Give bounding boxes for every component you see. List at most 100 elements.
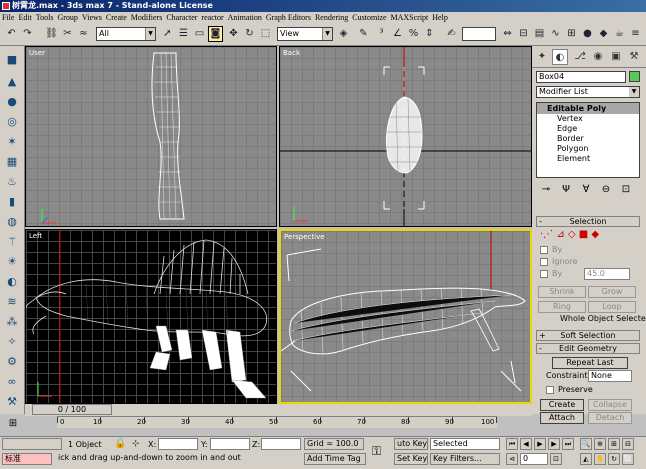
key-selection-dropdown[interactable]: Selected	[430, 438, 500, 450]
display-tab-icon[interactable]: ▣	[608, 49, 624, 65]
mirror-icon[interactable]: ⇔	[500, 26, 515, 42]
add-time-tag-button[interactable]: Add Time Tag	[304, 453, 366, 465]
by-vertex-checkbox[interactable]	[540, 246, 548, 254]
modify-tab-icon[interactable]: ◐	[552, 49, 568, 65]
preserve-uvs-checkbox[interactable]	[546, 386, 554, 394]
repeat-last-button[interactable]: Repeat Last	[552, 357, 628, 369]
viewport-left[interactable]: Left	[25, 229, 277, 404]
viewport-back[interactable]: Back	[279, 46, 532, 227]
previous-frame-icon[interactable]: ◀	[520, 438, 532, 450]
nurbs-icon[interactable]: ∞	[3, 374, 21, 390]
time-slider[interactable]: 0 / 100	[32, 404, 112, 415]
hierarchy-tab-icon[interactable]: ⎇	[572, 49, 588, 65]
time-config-icon[interactable]: ⊡	[550, 453, 562, 465]
layer-manager-icon[interactable]: ▤	[532, 26, 547, 42]
select-object-icon[interactable]: ➚	[160, 26, 175, 42]
schematic-view-icon[interactable]: ⊞	[564, 26, 579, 42]
key-filters-button[interactable]: Key Filters...	[430, 453, 500, 465]
subobject-level-icons[interactable]: ·⋰ ⊿ ◇ ■ ◆	[540, 230, 599, 240]
plane-icon[interactable]: ▦	[3, 154, 21, 170]
show-end-result-icon[interactable]: Ψ	[556, 184, 576, 195]
shape-icon[interactable]: ✧	[3, 334, 21, 350]
select-scale-icon[interactable]: ⬚	[258, 26, 273, 42]
menu-tools[interactable]: Tools	[34, 12, 56, 23]
menu-edit[interactable]: Edit	[16, 12, 33, 23]
object-name-field[interactable]: Box04	[536, 71, 626, 83]
stack-item-vertex[interactable]: Vertex	[537, 114, 639, 124]
ring-button[interactable]: Ring	[538, 301, 586, 313]
y-coordinate-field[interactable]	[210, 438, 250, 450]
teapot-icon[interactable]: ♨	[3, 174, 21, 190]
reference-coordinate-dropdown[interactable]: View ▼	[277, 27, 333, 41]
next-frame-icon[interactable]: ▶	[548, 438, 560, 450]
by-angle-checkbox[interactable]	[540, 270, 548, 278]
play-icon[interactable]: ▶	[534, 438, 546, 450]
motion-tab-icon[interactable]: ◉	[590, 49, 606, 65]
select-rotate-icon[interactable]: ↻	[242, 26, 257, 42]
material-editor-icon[interactable]: ●	[580, 26, 595, 42]
grow-button[interactable]: Grow	[588, 286, 636, 298]
shrink-button[interactable]: Shrink	[538, 286, 586, 298]
cylinder-icon[interactable]: ▮	[3, 194, 21, 210]
utilities-tab-icon[interactable]: ⚒	[626, 49, 642, 65]
edit-geometry-rollout-header[interactable]: - Edit Geometry	[536, 343, 640, 354]
mini-curve-editor-icon[interactable]: ⊞	[4, 418, 22, 432]
menu-animation[interactable]: Animation	[226, 12, 264, 23]
menu-rendering[interactable]: Rendering	[313, 12, 350, 23]
window-crossing-icon[interactable]: ◙	[208, 26, 223, 42]
zoom-extents-icon[interactable]: ⊞	[608, 438, 620, 450]
unlink-icon[interactable]: ✂	[60, 26, 75, 42]
percent-snap-icon[interactable]: %	[406, 26, 421, 42]
stack-item-editable-poly[interactable]: Editable Poly	[537, 103, 639, 114]
ignore-backfacing-checkbox[interactable]	[540, 258, 548, 266]
x-coordinate-field[interactable]	[158, 438, 198, 450]
angle-value-field[interactable]: 45.0	[584, 268, 630, 280]
object-color-swatch[interactable]	[629, 71, 640, 82]
constraints-dropdown[interactable]: None	[588, 370, 632, 382]
menu-group[interactable]: Group	[55, 12, 79, 23]
tube-icon[interactable]: ◍	[3, 214, 21, 230]
make-unique-icon[interactable]: ∀	[576, 184, 596, 195]
menu-reactor[interactable]: reactor	[199, 12, 225, 23]
menu-file[interactable]: File	[0, 12, 16, 23]
go-to-start-icon[interactable]: ⏮	[506, 438, 518, 450]
key-mode-icon[interactable]: ⊲	[506, 453, 518, 465]
z-coordinate-field[interactable]	[261, 438, 301, 450]
current-frame-field[interactable]: 0	[520, 453, 548, 465]
arc-rotate-icon[interactable]: ↻	[608, 453, 620, 465]
selection-filter-dropdown[interactable]: All ▼	[96, 27, 156, 41]
select-link-icon[interactable]: ⛓	[44, 26, 59, 42]
detach-button[interactable]: Detach	[588, 412, 632, 424]
torus-primitive-icon[interactable]: ◎	[3, 114, 21, 130]
redo-icon[interactable]: ↷	[20, 26, 35, 42]
viewport-user[interactable]: User	[25, 46, 277, 227]
helper-icon[interactable]: ✶	[3, 134, 21, 150]
attach-button[interactable]: Attach	[540, 412, 584, 424]
angle-snap-icon[interactable]: ∠	[390, 26, 405, 42]
undo-icon[interactable]: ↶	[4, 26, 19, 42]
menu-customize[interactable]: Customize	[350, 12, 388, 23]
loop-button[interactable]: Loop	[588, 301, 636, 313]
track-bar[interactable]: 0 10 20 30 40 50 60 70 80 90 100	[57, 416, 497, 428]
menu-views[interactable]: Views	[80, 12, 104, 23]
stack-item-border[interactable]: Border	[537, 134, 639, 144]
create-tab-icon[interactable]: ✦	[534, 49, 550, 65]
pin-stack-icon[interactable]: ⊸	[536, 184, 556, 195]
menu-create[interactable]: Create	[104, 12, 129, 23]
render-scene-icon[interactable]: ◆	[596, 26, 611, 42]
bind-space-warp-icon[interactable]: ≈	[76, 26, 91, 42]
cone-primitive-icon[interactable]: ▲	[3, 74, 21, 90]
create-button[interactable]: Create	[540, 399, 584, 411]
zoom-icon[interactable]: 🔍	[580, 438, 592, 450]
modifier-list-dropdown[interactable]: Modifier List ▼	[536, 86, 640, 98]
menu-help[interactable]: Help	[430, 12, 450, 23]
menu-maxscript[interactable]: MAXScript	[389, 12, 431, 23]
bone-icon[interactable]: ⚚	[3, 234, 21, 250]
viewport-perspective[interactable]: Perspective	[279, 229, 532, 404]
curve-editor-icon[interactable]: ∿	[548, 26, 563, 42]
maxscript-listener[interactable]	[2, 438, 62, 450]
spinner-snap-icon[interactable]: ⇕	[422, 26, 437, 42]
select-move-icon[interactable]: ✥	[226, 26, 241, 42]
camera-icon[interactable]: ◐	[3, 274, 21, 290]
zoom-extents-all-icon[interactable]: ⊟	[622, 438, 634, 450]
